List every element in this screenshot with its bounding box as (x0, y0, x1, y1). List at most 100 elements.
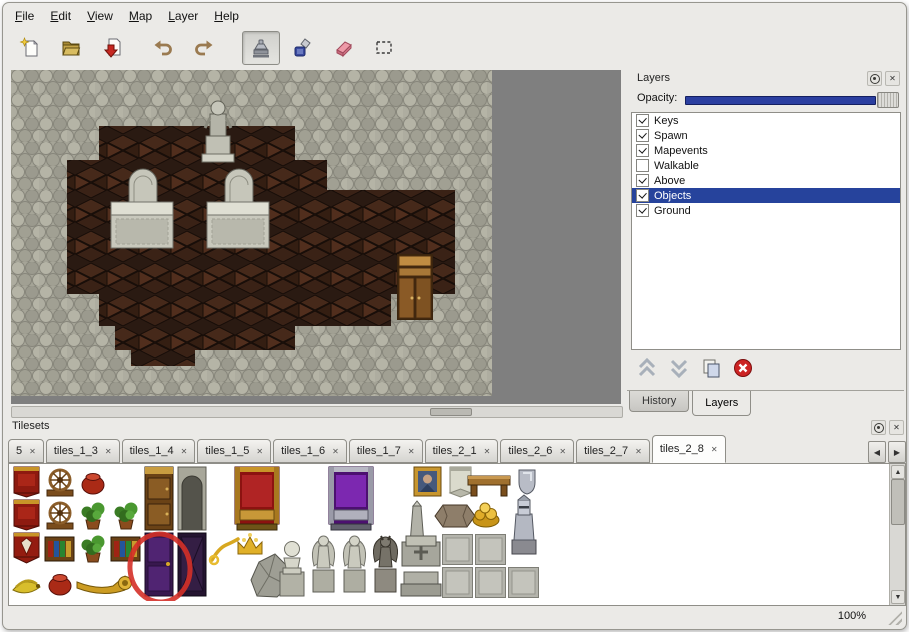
tile-stone-slab[interactable] (476, 535, 506, 565)
opacity-slider[interactable] (685, 96, 876, 105)
tab-close-icon[interactable]: ✕ (29, 447, 36, 456)
tileset-tab-tiles_1_7[interactable]: tiles_1_7✕ (349, 439, 423, 463)
tile-stone-slab[interactable] (443, 535, 473, 565)
open-map-button[interactable] (52, 31, 90, 65)
tab-close-icon[interactable]: ✕ (256, 447, 263, 456)
move-layer-down-button[interactable] (667, 356, 691, 380)
tile-red-throne[interactable] (235, 467, 279, 530)
tile-stone-slab[interactable] (443, 568, 473, 598)
tileset-tiles[interactable] (9, 464, 554, 601)
tile-banner[interactable] (14, 467, 39, 497)
tileset-vscroll-thumb[interactable] (891, 479, 905, 525)
menu-edit[interactable]: Edit (42, 6, 79, 26)
visibility-checkbox[interactable] (636, 129, 649, 142)
visibility-checkbox[interactable] (636, 204, 649, 217)
tile-plant[interactable] (115, 503, 138, 530)
close-panel-button[interactable]: ✕ (889, 420, 904, 435)
save-map-button[interactable] (93, 31, 131, 65)
scroll-down-button[interactable]: ▼ (891, 590, 905, 604)
tile-bananas[interactable] (13, 581, 40, 593)
tile-spinning-wheel[interactable] (47, 470, 73, 496)
visibility-checkbox[interactable] (636, 159, 649, 172)
tile-stone-slab[interactable] (476, 568, 506, 598)
tab-history[interactable]: History (629, 391, 689, 412)
tile-bookshelf[interactable] (45, 537, 74, 561)
opacity-slider-handle[interactable] (877, 92, 899, 108)
visibility-checkbox[interactable] (636, 174, 649, 187)
tileset-tab-tiles_2_7[interactable]: tiles_2_7✕ (576, 439, 650, 463)
tab-layers[interactable]: Layers (692, 391, 751, 416)
layer-row-walkable[interactable]: Walkable (632, 158, 900, 173)
purple-door-tile[interactable] (145, 533, 173, 596)
visibility-checkbox[interactable] (636, 144, 649, 157)
tile-plant[interactable] (82, 503, 105, 530)
menu-layer[interactable]: Layer (160, 6, 206, 26)
tileset-vertical-scrollbar[interactable]: ▲ ▼ (889, 464, 905, 605)
select-tool-button[interactable] (365, 31, 403, 65)
tab-close-icon[interactable]: ✕ (635, 447, 642, 456)
tile-spinning-wheel[interactable] (47, 503, 73, 529)
tile-angel-statue[interactable] (312, 536, 334, 592)
tile-stone-door[interactable] (178, 467, 206, 530)
undo-button[interactable] (144, 31, 182, 65)
tile-cabinet[interactable] (145, 467, 173, 530)
visibility-checkbox[interactable] (636, 189, 649, 202)
visibility-checkbox[interactable] (636, 114, 649, 127)
layer-row-spawn[interactable]: Spawn (632, 128, 900, 143)
tileset-tab-5[interactable]: 5✕ (8, 439, 44, 463)
tileset-tab-tiles_2_1[interactable]: tiles_2_1✕ (425, 439, 499, 463)
stamp-tool-button[interactable] (242, 31, 280, 65)
menu-map[interactable]: Map (121, 6, 160, 26)
map-canvas[interactable] (11, 70, 492, 396)
tile-armor-piece[interactable] (519, 470, 535, 494)
tile-banner[interactable] (14, 500, 39, 530)
tab-scroll-left-button[interactable]: ◀ (868, 441, 886, 463)
tile-tomb-base[interactable] (401, 572, 441, 596)
layer-row-mapevents[interactable]: Mapevents (632, 143, 900, 158)
tile-gold-crown[interactable] (238, 533, 262, 554)
menu-help[interactable]: Help (206, 6, 247, 26)
tileset-tab-tiles_1_5[interactable]: tiles_1_5✕ (197, 439, 271, 463)
map-viewport[interactable] (11, 70, 621, 404)
layer-row-keys[interactable]: Keys (632, 113, 900, 128)
move-layer-up-button[interactable] (635, 356, 659, 380)
tileset-tab-tiles_1_3[interactable]: tiles_1_3✕ (46, 439, 120, 463)
tile-plant[interactable] (82, 536, 105, 563)
duplicate-layer-button[interactable] (699, 356, 723, 380)
tile-red-pot[interactable] (82, 474, 104, 495)
tileset-tab-tiles_1_4[interactable]: tiles_1_4✕ (122, 439, 196, 463)
float-panel-button[interactable] (867, 71, 882, 86)
resize-grip[interactable] (888, 611, 902, 625)
close-panel-button[interactable]: ✕ (885, 71, 900, 86)
delete-layer-button[interactable] (731, 356, 755, 380)
tab-close-icon[interactable]: ✕ (105, 447, 112, 456)
tab-close-icon[interactable]: ✕ (711, 445, 718, 454)
tile-gold-horn[interactable] (77, 576, 132, 594)
float-panel-button[interactable] (871, 420, 886, 435)
tile-red-pot[interactable] (49, 575, 71, 596)
tile-stone-slab[interactable] (509, 568, 539, 598)
tile-purple-throne[interactable] (329, 467, 373, 530)
tile-knight-armor[interactable] (512, 495, 536, 554)
layer-row-above[interactable]: Above (632, 173, 900, 188)
menu-file[interactable]: File (7, 6, 42, 26)
tab-scroll-right-button[interactable]: ▶ (888, 441, 906, 463)
eraser-tool-button[interactable] (324, 31, 362, 65)
tile-tomb[interactable] (402, 536, 440, 566)
layer-row-ground[interactable]: Ground (632, 203, 900, 218)
tileset-tab-tiles_2_8[interactable]: tiles_2_8✕ (652, 435, 726, 463)
tab-close-icon[interactable]: ✕ (181, 447, 188, 456)
tab-close-icon[interactable]: ✕ (559, 447, 566, 456)
map-horizontal-scrollbar[interactable] (11, 406, 623, 418)
tile-gold-chain[interactable] (210, 539, 238, 564)
tile-statue-bust[interactable] (280, 542, 304, 597)
tileset-tab-tiles_1_6[interactable]: tiles_1_6✕ (273, 439, 347, 463)
tab-close-icon[interactable]: ✕ (484, 447, 491, 456)
tileset-grid[interactable]: ▲ ▼ (8, 463, 906, 606)
tileset-tab-tiles_2_6[interactable]: tiles_2_6✕ (500, 439, 574, 463)
menu-view[interactable]: View (79, 6, 121, 26)
scroll-up-button[interactable]: ▲ (891, 465, 905, 479)
tile-coffin[interactable] (435, 505, 475, 527)
tile-gargoyle-statue[interactable] (373, 536, 397, 592)
map-hscroll-thumb[interactable] (430, 408, 472, 416)
